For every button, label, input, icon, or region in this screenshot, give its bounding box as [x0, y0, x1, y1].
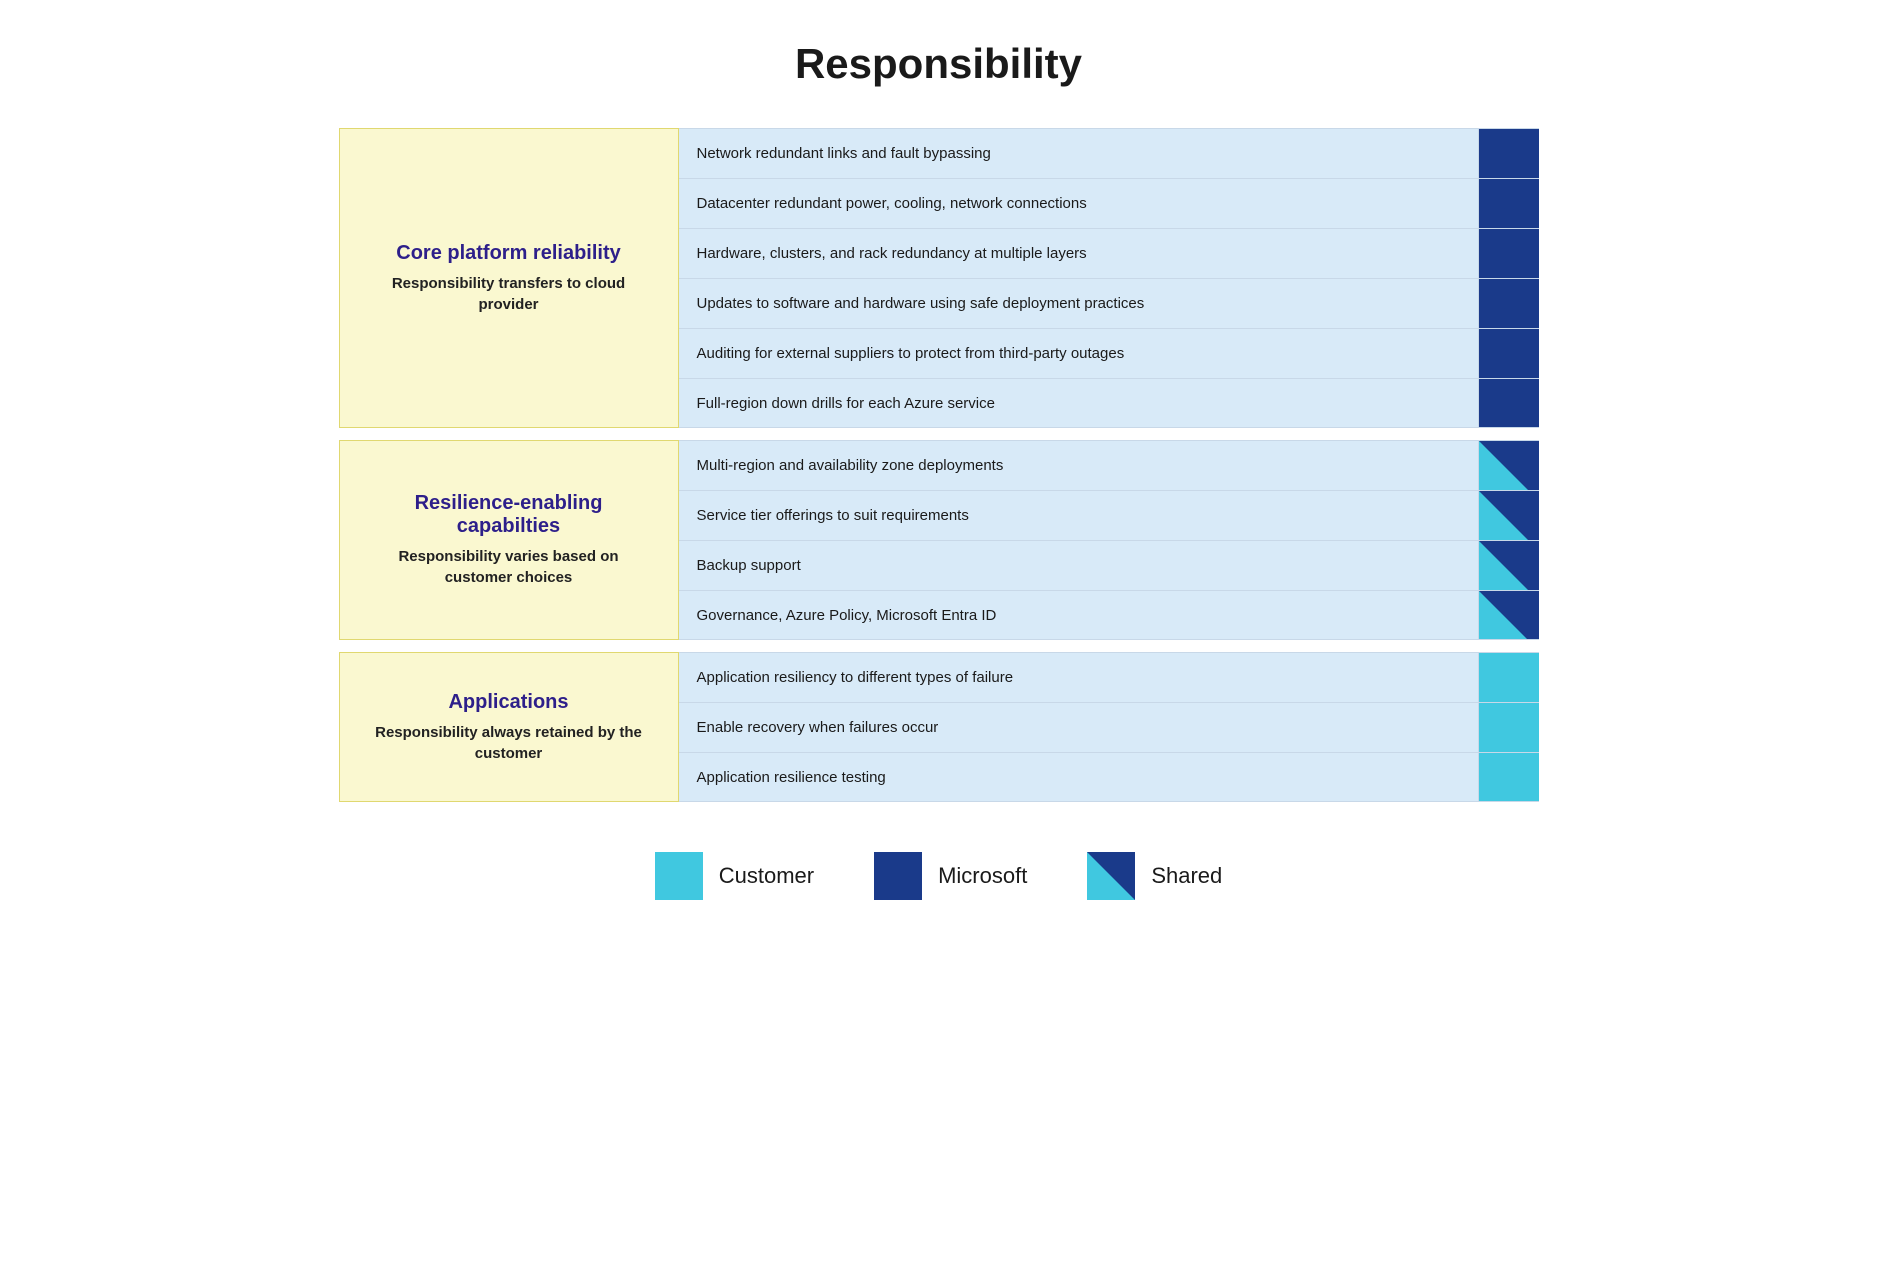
page-title: Responsibility: [795, 40, 1082, 88]
shared-indicator-icon: [1479, 541, 1539, 590]
legend-label-shared: Shared: [1151, 863, 1222, 889]
microsoft-indicator-icon: [1479, 179, 1539, 228]
section-subtext-applications: Responsibility always retained by the cu…: [370, 722, 648, 764]
microsoft-indicator-icon: [1479, 229, 1539, 278]
customer-indicator-icon: [1479, 703, 1539, 752]
legend-label-microsoft: Microsoft: [938, 863, 1027, 889]
item-indicator: [1479, 441, 1539, 490]
item-row: Enable recovery when failures occur: [679, 702, 1539, 752]
legend-item-shared: Shared: [1087, 852, 1222, 900]
item-text: Hardware, clusters, and rack redundancy …: [679, 229, 1479, 278]
item-indicator: [1479, 491, 1539, 540]
item-row: Auditing for external suppliers to prote…: [679, 328, 1539, 378]
microsoft-indicator-icon: [1479, 379, 1539, 427]
item-row: Hardware, clusters, and rack redundancy …: [679, 228, 1539, 278]
section-subtext-resilience-enabling: Responsibility varies based on customer …: [370, 546, 648, 588]
item-row: Governance, Azure Policy, Microsoft Entr…: [679, 590, 1539, 640]
legend-item-microsoft: Microsoft: [874, 852, 1027, 900]
microsoft-indicator-icon: [1479, 279, 1539, 328]
item-text: Application resiliency to different type…: [679, 653, 1479, 702]
section-label-applications: Applications Responsibility always retain…: [339, 652, 679, 802]
main-content: Core platform reliability Responsibility …: [339, 128, 1539, 802]
item-text: Full-region down drills for each Azure s…: [679, 379, 1479, 427]
customer-indicator-icon: [1479, 753, 1539, 801]
item-indicator: [1479, 129, 1539, 178]
item-text: Enable recovery when failures occur: [679, 703, 1479, 752]
item-row: Application resiliency to different type…: [679, 652, 1539, 702]
item-text: Updates to software and hardware using s…: [679, 279, 1479, 328]
item-text: Multi-region and availability zone deplo…: [679, 441, 1479, 490]
items-column-core-platform: Network redundant links and fault bypass…: [679, 128, 1539, 428]
shared-indicator-icon: [1479, 441, 1539, 490]
legend-swatch-shared: [1087, 852, 1135, 900]
item-row: Backup support: [679, 540, 1539, 590]
item-indicator: [1479, 591, 1539, 639]
item-text: Datacenter redundant power, cooling, net…: [679, 179, 1479, 228]
item-row: Multi-region and availability zone deplo…: [679, 440, 1539, 490]
item-row: Network redundant links and fault bypass…: [679, 128, 1539, 178]
item-text: Application resilience testing: [679, 753, 1479, 801]
legend: Customer Microsoft Shared: [655, 852, 1223, 900]
item-indicator: [1479, 329, 1539, 378]
item-indicator: [1479, 379, 1539, 427]
shared-indicator-icon: [1479, 591, 1539, 639]
item-row: Full-region down drills for each Azure s…: [679, 378, 1539, 428]
section-heading-core-platform: Core platform reliability: [396, 242, 621, 265]
item-indicator: [1479, 703, 1539, 752]
item-text: Service tier offerings to suit requireme…: [679, 491, 1479, 540]
items-column-applications: Application resiliency to different type…: [679, 652, 1539, 802]
item-text: Network redundant links and fault bypass…: [679, 129, 1479, 178]
item-text: Backup support: [679, 541, 1479, 590]
legend-item-customer: Customer: [655, 852, 814, 900]
item-indicator: [1479, 753, 1539, 801]
item-row: Datacenter redundant power, cooling, net…: [679, 178, 1539, 228]
legend-swatch-microsoft: [874, 852, 922, 900]
section-label-core-platform: Core platform reliability Responsibility …: [339, 128, 679, 428]
microsoft-indicator-icon: [1479, 329, 1539, 378]
customer-indicator-icon: [1479, 653, 1539, 702]
item-indicator: [1479, 653, 1539, 702]
item-indicator: [1479, 279, 1539, 328]
section-heading-resilience-enabling: Resilience-enabling capabilties: [370, 492, 648, 538]
section-core-platform: Core platform reliability Responsibility …: [339, 128, 1539, 428]
item-text: Governance, Azure Policy, Microsoft Entr…: [679, 591, 1479, 639]
section-heading-applications: Applications: [448, 691, 568, 714]
section-label-resilience-enabling: Resilience-enabling capabilties Responsib…: [339, 440, 679, 640]
section-applications: Applications Responsibility always retain…: [339, 652, 1539, 802]
item-row: Service tier offerings to suit requireme…: [679, 490, 1539, 540]
item-indicator: [1479, 229, 1539, 278]
section-resilience-enabling: Resilience-enabling capabilties Responsib…: [339, 440, 1539, 640]
legend-label-customer: Customer: [719, 863, 814, 889]
item-row: Updates to software and hardware using s…: [679, 278, 1539, 328]
shared-indicator-icon: [1479, 491, 1539, 540]
item-indicator: [1479, 179, 1539, 228]
section-subtext-core-platform: Responsibility transfers to cloud provid…: [370, 273, 648, 315]
item-text: Auditing for external suppliers to prote…: [679, 329, 1479, 378]
microsoft-indicator-icon: [1479, 129, 1539, 178]
item-row: Application resilience testing: [679, 752, 1539, 802]
legend-swatch-customer: [655, 852, 703, 900]
items-column-resilience-enabling: Multi-region and availability zone deplo…: [679, 440, 1539, 640]
item-indicator: [1479, 541, 1539, 590]
